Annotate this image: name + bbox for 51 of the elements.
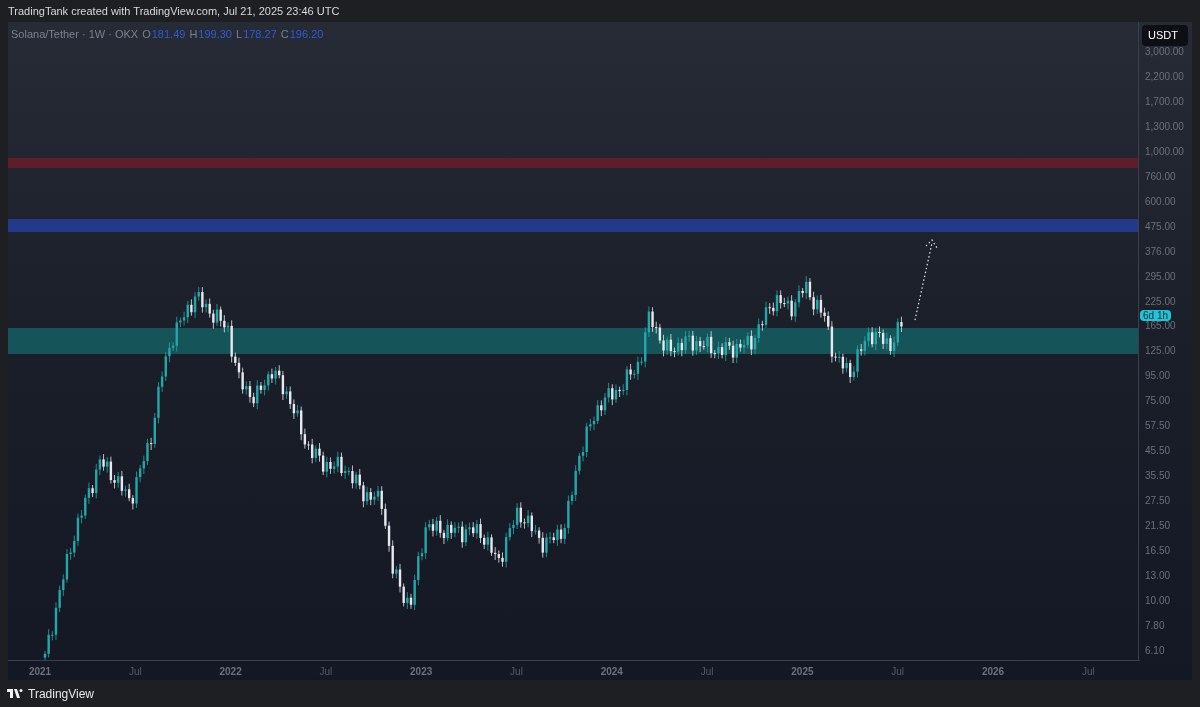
price-label: 7.80	[1145, 619, 1166, 631]
price-label: 57.50	[1145, 420, 1172, 432]
price-label: 13.00	[1145, 570, 1172, 581]
price-label: 760.00	[1145, 170, 1177, 182]
price-label: 75.00	[1145, 395, 1172, 407]
chart-caption: TradingTank created with TradingView.com, Jul 21, 2025 23:46 UTC	[8, 3, 340, 19]
time-label: 2026	[980, 665, 1006, 679]
symbol-label: Solana/Tether · 1W · OKX	[11, 27, 139, 42]
time-label: 2023	[409, 665, 434, 679]
time-label: 2025	[790, 665, 815, 679]
logo-icon	[7, 689, 23, 698]
price-label: 21.50	[1145, 520, 1172, 532]
time-label: Jul	[509, 665, 524, 679]
time-label: 2024	[599, 665, 624, 679]
ohlc-value: 199.30	[198, 27, 232, 42]
time-label: Jul	[699, 665, 715, 679]
price-label: 225.00	[1145, 295, 1177, 307]
time-label: Jul	[890, 665, 906, 679]
price-label: 35.50	[1145, 470, 1172, 482]
time-label: Jul	[1080, 665, 1096, 679]
ohlc-value: 181.49	[151, 27, 186, 42]
price-label: 95.00	[1145, 370, 1172, 382]
time-label: Jul	[127, 665, 143, 679]
price-label: 165.00	[1145, 320, 1177, 332]
price-label: 1,000.00	[1145, 145, 1184, 157]
price-label: 27.50	[1145, 495, 1172, 507]
price-label: 10.00	[1145, 594, 1172, 606]
price-label: 600.00	[1145, 195, 1177, 207]
ohlc-key: O	[142, 26, 151, 43]
price-label: 295.00	[1145, 270, 1177, 282]
time-label: 2021	[27, 665, 53, 679]
price-label: 3,000.00	[1145, 46, 1184, 57]
price-label: 45.50	[1145, 445, 1172, 457]
price-label: 475.00	[1145, 220, 1177, 232]
ohlc-value: 178.27	[243, 27, 277, 42]
ohlc-key: H	[189, 26, 198, 43]
currency-label[interactable]: USDT	[1142, 25, 1188, 46]
price-label: 1,700.00	[1145, 95, 1184, 107]
time-label: Jul	[318, 665, 334, 679]
countdown-badge: 6d 1h	[1140, 310, 1172, 321]
ohlc-key: L	[236, 26, 243, 43]
brand-name: TradingView	[28, 685, 95, 703]
price-label: 376.00	[1145, 245, 1177, 257]
price-label: 125.00	[1145, 345, 1177, 357]
price-label: 6.10	[1145, 644, 1166, 656]
time-label: 2022	[218, 665, 243, 679]
price-label: 1,300.00	[1145, 120, 1184, 132]
price-label: 2,200.00	[1145, 70, 1184, 82]
ohlc-key: C	[280, 26, 289, 43]
ohlc-value: 196.20	[289, 27, 324, 42]
price-label: 16.50	[1145, 545, 1172, 557]
